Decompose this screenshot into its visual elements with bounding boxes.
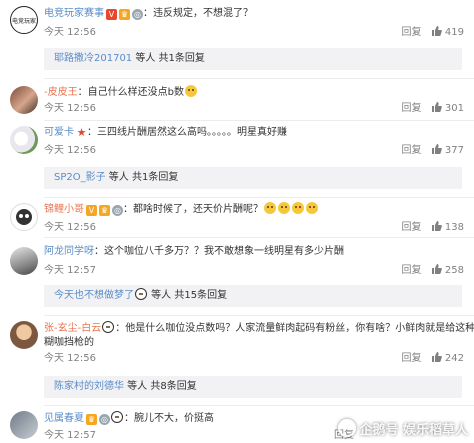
- panda-emoji-icon: [111, 411, 123, 423]
- svg-text:电竞玩家: 电竞玩家: [12, 17, 36, 25]
- star-badge-icon: ★: [76, 126, 87, 139]
- username-link[interactable]: 锦鲤小哥: [44, 204, 84, 215]
- verified-v-icon: V: [106, 9, 117, 20]
- reply-count-text[interactable]: 等人 共1条回复: [132, 53, 205, 64]
- comment-text: ：他是什么咖位没点数吗？人家流量鲜肉起码有粉丝，你有啥？小鲜肉就是给这种: [115, 323, 474, 334]
- comment-time: 今天 12:57: [44, 430, 96, 441]
- like-button[interactable]: 301: [431, 102, 464, 114]
- watermark: 企鹅号 娱乐稻草人: [338, 419, 468, 438]
- comment-text-continued: 糊咖挡枪的: [44, 337, 94, 348]
- like-count: 258: [444, 265, 464, 276]
- like-button[interactable]: 419: [431, 26, 464, 38]
- divider: [44, 315, 474, 316]
- like-button[interactable]: 138: [431, 221, 464, 233]
- like-count: 242: [444, 353, 464, 364]
- reply-button[interactable]: 回复: [402, 265, 422, 276]
- reply-button[interactable]: 回复: [402, 222, 422, 233]
- panda-emoji-icon: [135, 288, 147, 300]
- divider: [44, 237, 474, 238]
- username-link[interactable]: 电竞玩家赛事: [44, 8, 104, 19]
- reply-button[interactable]: 回复: [402, 145, 422, 156]
- username-link[interactable]: -皮皮王: [44, 87, 78, 98]
- avatar[interactable]: [10, 86, 38, 114]
- member-crown-icon: ♛: [86, 414, 97, 425]
- fan-medal-icon: ◎: [99, 414, 110, 425]
- member-crown-icon: ♛: [119, 9, 130, 20]
- smiley-emoji-icon: [306, 202, 318, 214]
- like-button[interactable]: 377: [431, 144, 464, 156]
- comment-text: ：自己什么样还没点b数: [77, 87, 184, 98]
- avatar[interactable]: [10, 247, 38, 275]
- smiley-emoji-icon: [292, 202, 304, 214]
- like-button[interactable]: 258: [431, 264, 464, 276]
- comment-time: 今天 12:56: [44, 103, 96, 114]
- thumbs-up-icon: [431, 144, 442, 154]
- avatar[interactable]: [10, 321, 38, 349]
- reply-count-text[interactable]: 等人 共1条回复: [106, 172, 179, 183]
- username-link[interactable]: 见属春夏: [44, 413, 84, 424]
- comment-time: 今天 12:56: [44, 145, 96, 156]
- thumbs-up-icon: [431, 221, 442, 231]
- avatar[interactable]: 电竞玩家: [10, 6, 38, 34]
- reply-user-link[interactable]: 耶路撒冷201701: [54, 53, 132, 64]
- divider: [44, 120, 474, 121]
- reply-button[interactable]: 回复: [402, 27, 422, 38]
- verified-v-icon: V: [86, 205, 97, 216]
- comment-time: 今天 12:57: [44, 265, 96, 276]
- username-link[interactable]: 阿龙同学呀: [44, 246, 94, 257]
- reply-user-link[interactable]: SP2O_影子: [54, 172, 106, 183]
- avatar[interactable]: [10, 411, 38, 439]
- comment-time: 今天 12:56: [44, 353, 96, 364]
- divider: [44, 405, 474, 406]
- reply-summary[interactable]: 耶路撒冷201701 等人 共1条回复: [44, 48, 462, 70]
- username-link[interactable]: 可爱卡: [44, 127, 74, 138]
- divider: [44, 78, 474, 79]
- reply-user-link[interactable]: 今天也不想做梦了: [54, 290, 134, 301]
- reply-summary[interactable]: 今天也不想做梦了 等人 共15条回复: [44, 285, 462, 307]
- username-link[interactable]: 张-玄尘-白云: [44, 323, 101, 334]
- smiley-emoji-icon: [278, 202, 290, 214]
- comment-time: 今天 12:56: [44, 27, 96, 38]
- thumbs-up-icon: [431, 352, 442, 362]
- divider: [44, 197, 474, 198]
- like-count: 377: [444, 145, 464, 156]
- comment-time: 今天 12:56: [44, 222, 96, 233]
- reply-summary[interactable]: SP2O_影子 等人 共1条回复: [44, 167, 462, 189]
- like-count: 419: [444, 27, 464, 38]
- comment-text: ：都啥时候了，还天价片酬呢？: [123, 204, 263, 215]
- comment-text: ：腕儿不大，价挺高: [124, 413, 214, 424]
- like-count: 138: [444, 222, 464, 233]
- reply-count-text[interactable]: 等人 共15条回复: [148, 290, 227, 301]
- fan-medal-icon: ◎: [112, 205, 123, 216]
- like-button[interactable]: 242: [431, 352, 464, 364]
- avatar[interactable]: [10, 126, 38, 154]
- comment-text: ：这个咖位八千多万？？我不敢想象一线明星有多少片酬: [94, 246, 344, 257]
- avatar[interactable]: [10, 203, 38, 231]
- thumbs-up-icon: [431, 264, 442, 274]
- reply-user-link[interactable]: 陈家村的刘德华: [54, 381, 124, 392]
- like-count: 301: [444, 103, 464, 114]
- watermark-text: 企鹅号 娱乐稻草人: [359, 423, 468, 438]
- reply-button[interactable]: 回复: [402, 353, 422, 364]
- comment-text: ：违反规定，不想混了？: [143, 8, 253, 19]
- penguin-logo-icon: [338, 419, 357, 437]
- panda-emoji-icon: [102, 321, 115, 333]
- smiley-emoji-icon: [264, 202, 276, 214]
- member-crown-icon: ♛: [99, 205, 110, 216]
- comment-text: ：三四线片酬居然这么高吗。。。。。明星真好赚: [87, 127, 287, 138]
- reply-button[interactable]: 回复: [402, 103, 422, 114]
- thumbs-up-icon: [431, 26, 442, 36]
- reply-summary[interactable]: 陈家村的刘德华 等人 共8条回复: [44, 376, 462, 398]
- reply-count-text[interactable]: 等人 共8条回复: [124, 381, 197, 392]
- thumbs-up-icon: [431, 102, 442, 112]
- fan-medal-icon: ◎: [132, 9, 143, 20]
- smiley-emoji-icon: [184, 85, 197, 97]
